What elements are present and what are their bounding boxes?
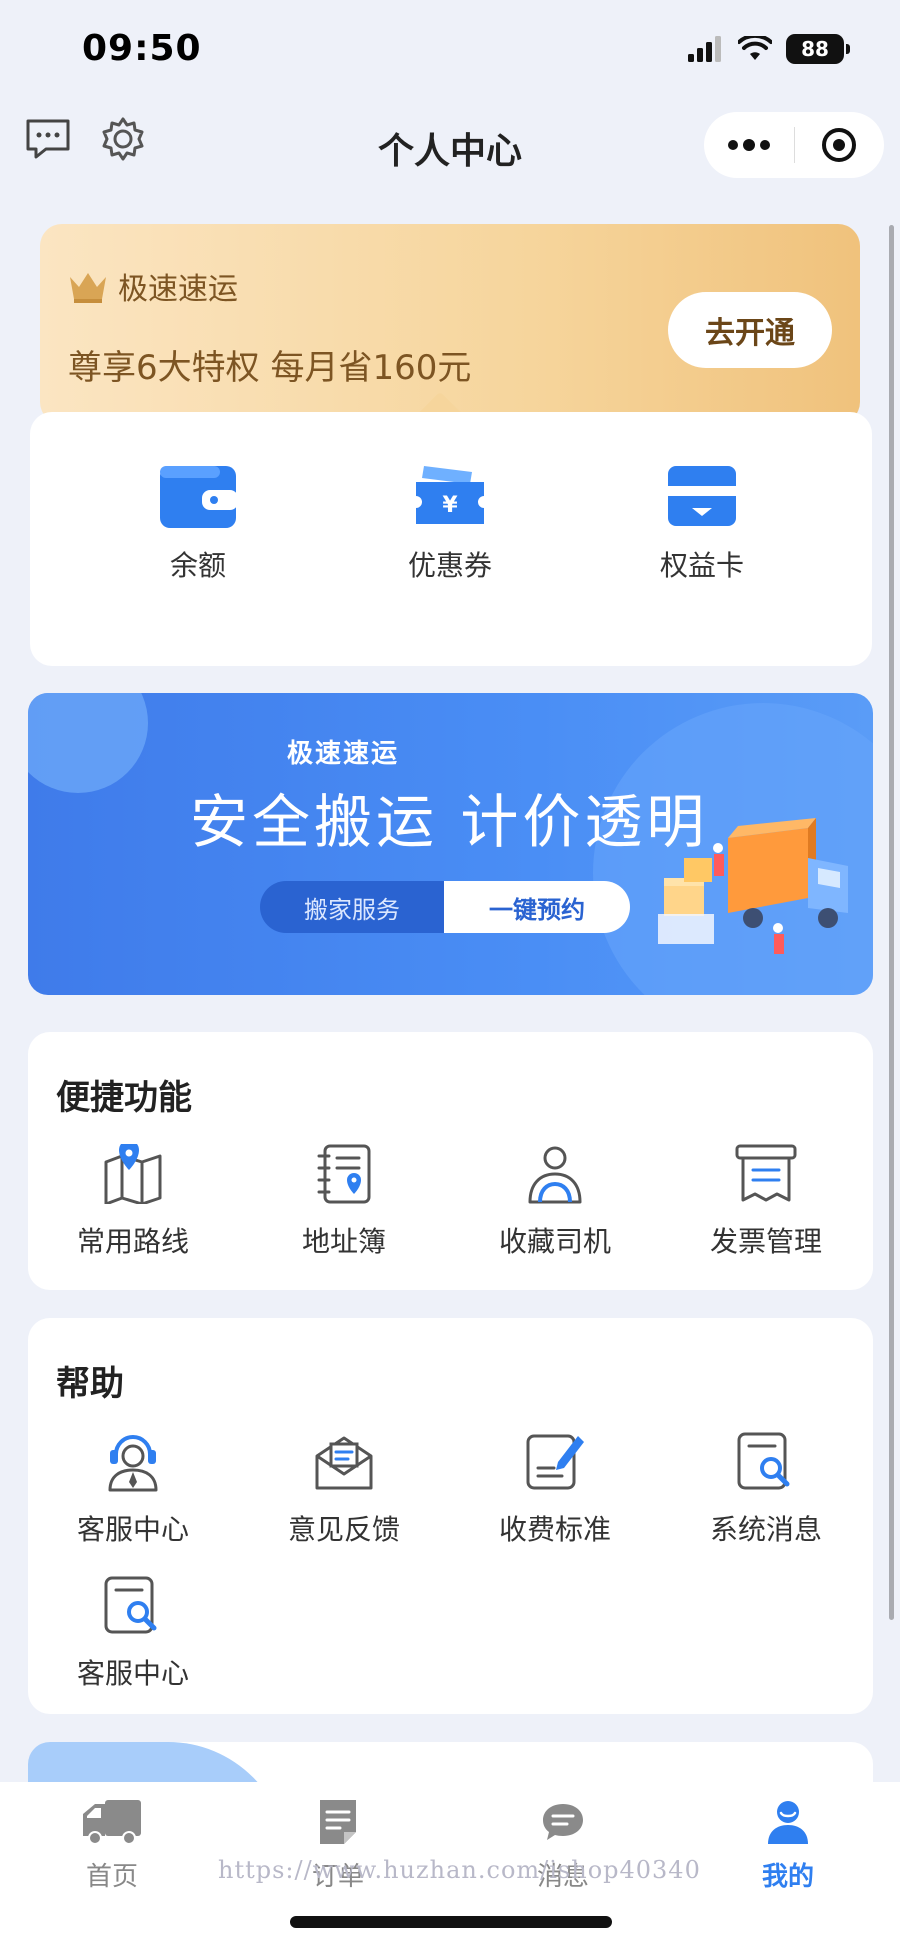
func-item-favorite-drivers[interactable]: 收藏司机 — [455, 1144, 655, 1260]
help-label: 意见反馈 — [287, 1513, 400, 1546]
status-time: 09:50 — [82, 28, 202, 69]
vip-card[interactable]: 极速速运 尊享6大特权 每月省160元 去开通 — [40, 224, 860, 424]
watermark: https://www.huzhan.com/ishop40340 — [218, 1856, 701, 1884]
card-icon — [668, 466, 736, 526]
pricing-doc-icon — [526, 1434, 584, 1490]
wallet-icon — [160, 466, 238, 528]
scrollbar[interactable] — [889, 225, 894, 1620]
signal-icon — [688, 36, 721, 62]
help-label: 客服中心 — [76, 1657, 189, 1690]
func-item-invoice[interactable]: 发票管理 — [666, 1144, 866, 1260]
wallet-label: 权益卡 — [659, 549, 744, 582]
section-title: 便捷功能 — [56, 1078, 192, 1118]
battery-indicator: 88 — [786, 34, 850, 64]
help-section: 帮助 客服中心 意见反馈 收费标准 系统消息 客服中心 — [28, 1318, 873, 1714]
help-label: 系统消息 — [709, 1513, 822, 1546]
help-item-customer-service[interactable]: 客服中心 — [33, 1430, 233, 1548]
func-item-routes[interactable]: 常用路线 — [33, 1140, 233, 1260]
banner-brand: 极速速运 — [286, 739, 399, 769]
svg-text:¥: ¥ — [442, 493, 458, 518]
truck-icon — [83, 1800, 141, 1845]
help-label: 收费标准 — [498, 1513, 611, 1546]
coupon-icon: ¥ — [416, 466, 484, 524]
wallet-item-coupon[interactable]: ¥ 优惠券 — [360, 462, 540, 584]
help-item-customer-service-2[interactable]: 客服中心 — [33, 1574, 233, 1692]
promo-banner[interactable]: 极速速运 安全搬运 计价透明 搬家服务 一键预约 — [28, 693, 873, 995]
vip-title: 极速速运 — [68, 264, 238, 308]
wallet-label: 优惠券 — [407, 549, 492, 582]
func-label: 地址簿 — [301, 1225, 386, 1258]
search-doc-icon — [104, 1576, 157, 1634]
search-doc-icon — [737, 1432, 790, 1490]
help-item-feedback[interactable]: 意见反馈 — [244, 1430, 444, 1548]
vip-brand: 极速速运 — [118, 272, 238, 307]
wallet-item-card[interactable]: 权益卡 — [612, 462, 792, 584]
map-pin-icon — [104, 1140, 162, 1206]
banner-service-label: 搬家服务 — [260, 881, 444, 933]
close-program-button[interactable] — [795, 112, 885, 178]
user-icon — [768, 1801, 808, 1844]
help-item-system-messages[interactable]: 系统消息 — [666, 1430, 866, 1548]
func-item-address-book[interactable]: 地址簿 — [244, 1144, 444, 1260]
help-item-pricing[interactable]: 收费标准 — [455, 1430, 655, 1548]
order-icon — [320, 1800, 356, 1844]
target-close-icon — [822, 128, 857, 162]
tab-home[interactable]: 首页 — [52, 1798, 172, 1893]
func-label: 收藏司机 — [498, 1225, 611, 1258]
invoice-icon — [735, 1144, 797, 1202]
wallet-item-balance[interactable]: 余额 — [108, 462, 288, 584]
nav-bar: 个人中心 — [0, 100, 900, 190]
vip-activate-button[interactable]: 去开通 — [668, 292, 832, 368]
more-dots-icon — [727, 139, 770, 151]
mini-program-capsule — [704, 112, 884, 178]
wifi-icon — [738, 36, 772, 60]
driver-icon — [528, 1146, 582, 1204]
crown-icon — [70, 273, 106, 303]
feedback-mail-icon — [315, 1436, 373, 1490]
status-icons: 88 — [688, 34, 850, 64]
tab-mine[interactable]: 我的 — [728, 1798, 848, 1893]
more-button[interactable] — [704, 112, 794, 178]
status-bar: 09:50 88 — [0, 0, 900, 100]
wallet-label: 余额 — [169, 549, 226, 582]
banner-book-button[interactable]: 一键预约 — [444, 881, 630, 933]
customer-service-icon — [108, 1435, 158, 1492]
banner-slogan: 安全搬运 计价透明 — [190, 788, 709, 856]
vip-description: 尊享6大特权 每月省160元 — [68, 348, 472, 388]
func-label: 常用路线 — [76, 1225, 189, 1258]
help-label: 客服中心 — [76, 1513, 189, 1546]
func-label: 发票管理 — [709, 1225, 822, 1258]
message-icon — [543, 1804, 583, 1840]
quick-functions-section: 便捷功能 常用路线 地址簿 收藏司机 发票管理 — [28, 1032, 873, 1290]
wallet-card: 余额 ¥ 优惠券 权益卡 — [30, 412, 872, 666]
home-indicator — [290, 1916, 612, 1928]
section-title: 帮助 — [56, 1364, 124, 1404]
moving-truck-illustration — [658, 818, 848, 954]
banner-pill: 搬家服务 一键预约 — [260, 881, 630, 933]
tab-label: 我的 — [761, 1862, 814, 1892]
tab-label: 首页 — [85, 1862, 138, 1892]
address-book-icon — [317, 1144, 371, 1204]
